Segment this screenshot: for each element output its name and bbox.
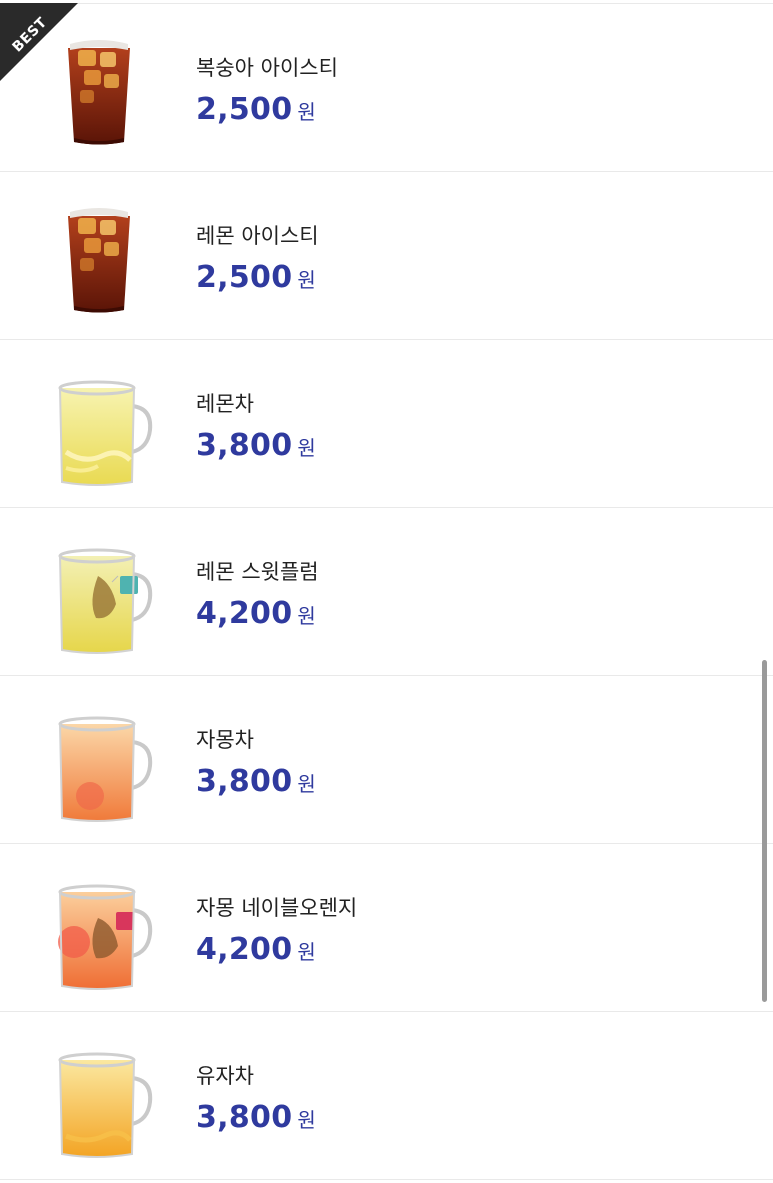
item-price: 2,500 원 xyxy=(196,92,316,127)
menu-item[interactable]: 유자차 3,800 원 xyxy=(0,1012,773,1180)
menu-item[interactable]: 레몬 스윗플럼 4,200 원 xyxy=(0,508,773,676)
item-price: 4,200 원 xyxy=(196,932,316,967)
item-name: 레몬 아이스티 xyxy=(196,224,319,248)
price-currency: 원 xyxy=(297,436,316,460)
grapefruit-orange-tea-mug-icon xyxy=(58,884,153,990)
yuja-tea-mug-icon xyxy=(58,1052,153,1158)
price-amount: 4,200 xyxy=(196,932,293,967)
item-price: 2,500 원 xyxy=(196,260,316,295)
item-price: 3,800 원 xyxy=(196,764,316,799)
price-amount: 2,500 xyxy=(196,92,293,127)
price-currency: 원 xyxy=(297,100,316,124)
lemon-tea-mug-icon xyxy=(58,380,153,486)
price-amount: 3,800 xyxy=(196,1100,293,1135)
menu-item[interactable]: 복숭아 아이스티 2,500 원 xyxy=(0,4,773,172)
iced-tea-cup-icon xyxy=(68,208,130,313)
item-name: 유자차 xyxy=(196,1064,254,1088)
price-amount: 3,800 xyxy=(196,428,293,463)
price-amount: 4,200 xyxy=(196,596,293,631)
grapefruit-tea-mug-icon xyxy=(58,716,153,822)
menu-item[interactable]: 자몽차 3,800 원 xyxy=(0,676,773,844)
best-badge: BEST xyxy=(0,3,78,81)
menu-list: 복숭아 아이스티 2,500 원 레몬 아이스티 2,500 원 레몬차 3,8… xyxy=(0,3,773,1180)
menu-item[interactable]: 레몬 아이스티 2,500 원 xyxy=(0,172,773,340)
item-price: 4,200 원 xyxy=(196,596,316,631)
price-amount: 3,800 xyxy=(196,764,293,799)
lemon-plum-tea-mug-icon xyxy=(58,548,153,654)
item-price: 3,800 원 xyxy=(196,428,316,463)
item-price: 3,800 원 xyxy=(196,1100,316,1135)
menu-item[interactable]: 레몬차 3,800 원 xyxy=(0,340,773,508)
item-name: 복숭아 아이스티 xyxy=(196,56,338,80)
item-name: 자몽차 xyxy=(196,728,254,752)
menu-item[interactable]: 자몽 네이블오렌지 4,200 원 xyxy=(0,844,773,1012)
vertical-scrollbar[interactable] xyxy=(762,660,767,1002)
price-currency: 원 xyxy=(297,772,316,796)
price-currency: 원 xyxy=(297,1108,316,1132)
item-name: 자몽 네이블오렌지 xyxy=(196,896,358,920)
price-currency: 원 xyxy=(297,604,316,628)
price-amount: 2,500 xyxy=(196,260,293,295)
item-name: 레몬차 xyxy=(196,392,254,416)
price-currency: 원 xyxy=(297,940,316,964)
item-name: 레몬 스윗플럼 xyxy=(196,560,319,584)
price-currency: 원 xyxy=(297,268,316,292)
